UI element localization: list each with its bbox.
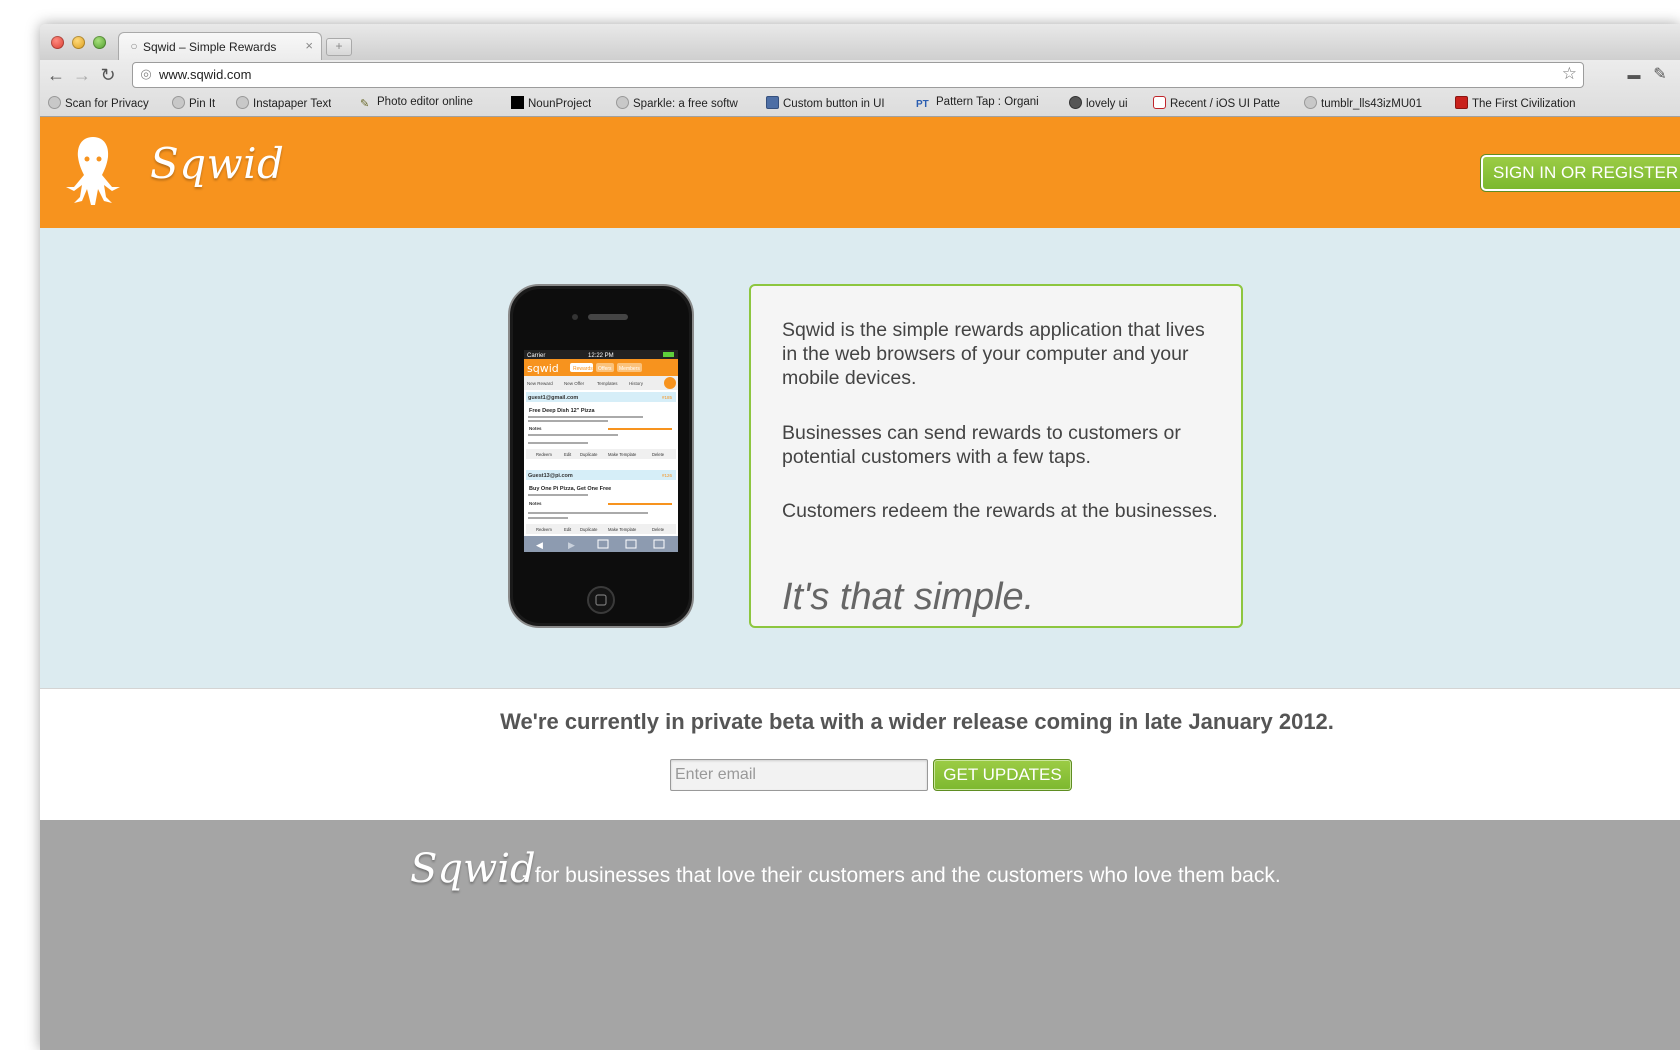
browser-toolbar: ← → ↻ ◎ www.sqwid.com ☆ ▬ ✎ Scan for Pri…: [40, 60, 1680, 117]
wrench-icon[interactable]: ✎: [1648, 63, 1672, 87]
info-box: Sqwid is the simple rewards application …: [749, 284, 1243, 628]
svg-text:History: History: [629, 381, 644, 386]
folder-icon[interactable]: ▬: [1622, 63, 1646, 87]
svg-text:Guest13@pi.com: Guest13@pi.com: [528, 473, 573, 479]
address-bar[interactable]: ◎ www.sqwid.com ☆: [132, 62, 1584, 88]
svg-text:#185: #185: [662, 395, 673, 400]
beta-signup-section: We're currently in private beta with a w…: [40, 688, 1680, 820]
svg-text:Edit: Edit: [564, 527, 572, 532]
new-tab-button[interactable]: +: [326, 38, 352, 56]
svg-text:Redeem: Redeem: [536, 527, 552, 532]
svg-text:Buy One Pi Pizza, Get One Free: Buy One Pi Pizza, Get One Free: [529, 486, 611, 492]
svg-text:Duplicate: Duplicate: [580, 527, 598, 532]
footer-logo-wordmark: Sqwid: [410, 846, 536, 892]
svg-text:Make Template: Make Template: [608, 452, 637, 457]
info-paragraph: Customers redeem the rewards at the busi…: [782, 500, 1218, 522]
bookmark-item[interactable]: Custom button in UI: [766, 96, 897, 112]
svg-text:Make Template: Make Template: [608, 527, 637, 532]
site-header: Sqwid SIGN IN OR REGISTER: [40, 117, 1680, 228]
svg-text:Delete: Delete: [652, 452, 665, 457]
svg-text:New Offer: New Offer: [564, 381, 585, 386]
logo-wordmark[interactable]: Sqwid: [150, 139, 284, 188]
info-paragraph: Sqwid is the simple rewards application …: [782, 319, 1205, 389]
svg-text:▶: ▶: [568, 541, 575, 551]
bookmark-item[interactable]: ✎ Photo editor online: [360, 96, 492, 112]
svg-text:Edit: Edit: [564, 452, 572, 457]
svg-text:#126: #126: [662, 473, 673, 478]
image-icon: [766, 96, 779, 109]
info-paragraph: Businesses can send rewards to customers…: [782, 422, 1181, 468]
svg-text:Notes: Notes: [529, 426, 542, 431]
bookmark-item[interactable]: NounProject: [511, 96, 591, 112]
site-footer: Sqwid - for businesses that love their c…: [40, 820, 1680, 1050]
svg-text:Duplicate: Duplicate: [580, 452, 598, 457]
svg-text:◀: ◀: [536, 541, 543, 551]
bookmark-item[interactable]: tumblr_lls43izMU01: [1304, 96, 1444, 112]
svg-text:Templates: Templates: [597, 381, 618, 386]
svg-text:Rewards: Rewards: [573, 366, 593, 372]
web-page: Sqwid SIGN IN OR REGISTER Carrier 12:22 …: [40, 117, 1680, 1050]
globe-icon: ◎: [140, 66, 152, 81]
black-square-icon: [511, 96, 524, 109]
reload-icon[interactable]: ↻: [96, 63, 120, 87]
svg-text:Redeem: Redeem: [536, 452, 552, 457]
get-updates-button[interactable]: GET UPDATES: [933, 759, 1072, 791]
svg-text:Free Deep Dish 12" Pizza: Free Deep Dish 12" Pizza: [529, 408, 596, 414]
globe-icon: [48, 96, 61, 109]
bookmark-item[interactable]: Sparkle: a free softw: [616, 96, 750, 112]
email-input[interactable]: [670, 759, 928, 791]
globe-icon: [616, 96, 629, 109]
octopus-logo-icon[interactable]: [62, 133, 124, 207]
favicon-icon: ○: [130, 39, 138, 53]
close-window-button[interactable]: [51, 36, 64, 49]
globe-icon: [236, 96, 249, 109]
bookmark-star-icon[interactable]: ☆: [1562, 64, 1577, 84]
globe-icon: [172, 96, 185, 109]
svg-text:Notes: Notes: [529, 501, 542, 506]
sign-in-register-button[interactable]: SIGN IN OR REGISTER: [1481, 155, 1680, 191]
heart-icon: [1069, 96, 1082, 109]
bookmark-item[interactable]: lovely ui: [1069, 96, 1128, 112]
phone-screenshot: Carrier 12:22 PM sqwid Rewards Offers Me…: [508, 284, 694, 628]
back-icon[interactable]: ←: [44, 63, 68, 87]
browser-tab[interactable]: ○ Sqwid – Simple Rewards ×: [118, 32, 322, 61]
svg-text:New Reward: New Reward: [527, 381, 553, 386]
svg-text:Members: Members: [619, 366, 640, 372]
bookmarks-bar: Scan for Privacy Pin It Instapaper Text …: [40, 90, 1680, 116]
phone-carrier: Carrier: [527, 353, 545, 359]
pt-icon: PT: [916, 99, 929, 110]
zoom-window-button[interactable]: [93, 36, 106, 49]
bookmark-item[interactable]: Pin It: [172, 96, 215, 112]
close-tab-icon[interactable]: ×: [305, 38, 313, 53]
bookmark-item[interactable]: The First Civilization: [1455, 96, 1597, 112]
bookmark-item[interactable]: Scan for Privacy: [48, 96, 149, 112]
forward-icon[interactable]: →: [70, 63, 94, 87]
phone-time: 12:22 PM: [588, 353, 614, 359]
bookmark-item[interactable]: Instapaper Text: [236, 96, 331, 112]
pencil-icon: ✎: [360, 98, 370, 110]
minimize-window-button[interactable]: [72, 36, 85, 49]
svg-text:guest1@gmail.com: guest1@gmail.com: [528, 395, 578, 401]
mcgraw-icon: [1455, 96, 1468, 109]
tab-title: Sqwid – Simple Rewards: [143, 40, 277, 54]
tab-strip: ○ Sqwid – Simple Rewards × +: [40, 24, 1680, 61]
bookmark-item[interactable]: PT Pattern Tap : Organi: [916, 96, 1055, 112]
phone-app-logo: sqwid: [527, 362, 559, 375]
svg-text:Offers: Offers: [598, 366, 612, 372]
bookmark-item[interactable]: Recent / iOS UI Patte: [1153, 96, 1288, 112]
beta-message: We're currently in private beta with a w…: [500, 709, 1334, 734]
svg-text:Delete: Delete: [652, 527, 665, 532]
tagline: It's that simple.: [782, 576, 1035, 618]
footer-tagline: - for businesses that love their custome…: [522, 864, 1281, 887]
address-url: www.sqwid.com: [159, 67, 252, 82]
globe-icon: [1304, 96, 1317, 109]
browser-window: ○ Sqwid – Simple Rewards × + ← → ↻ ◎ www…: [40, 24, 1680, 1050]
hero-section: Carrier 12:22 PM sqwid Rewards Offers Me…: [40, 228, 1680, 688]
pinterest-icon: [1153, 96, 1166, 109]
